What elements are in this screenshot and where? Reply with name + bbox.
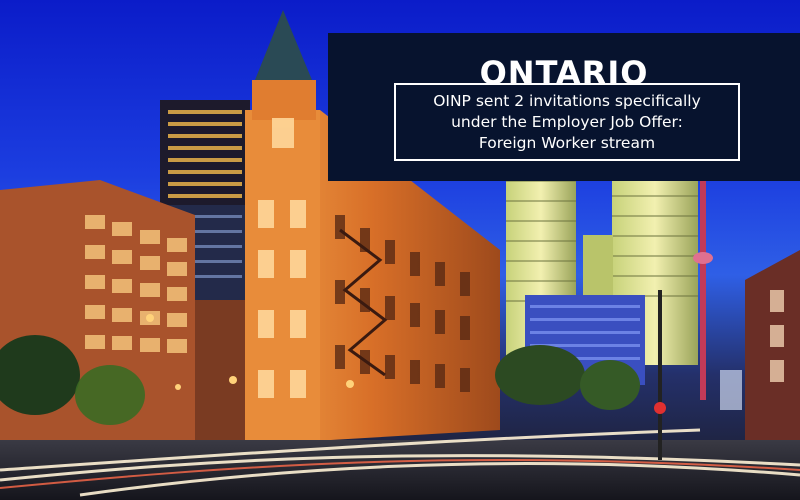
banner-subtitle: OINP sent 2 invitations specifically und… — [433, 92, 701, 152]
no-entry-sign — [654, 402, 666, 414]
cn-tower — [700, 180, 706, 400]
traffic-pole — [658, 290, 662, 460]
turret-roof — [255, 10, 312, 80]
info-banner: ONTARIO OINP sent 2 invitations specific… — [328, 33, 800, 181]
hero-image: ONTARIO OINP sent 2 invitations specific… — [0, 0, 800, 500]
banner-subtitle-box: OINP sent 2 invitations specifically und… — [394, 83, 740, 161]
